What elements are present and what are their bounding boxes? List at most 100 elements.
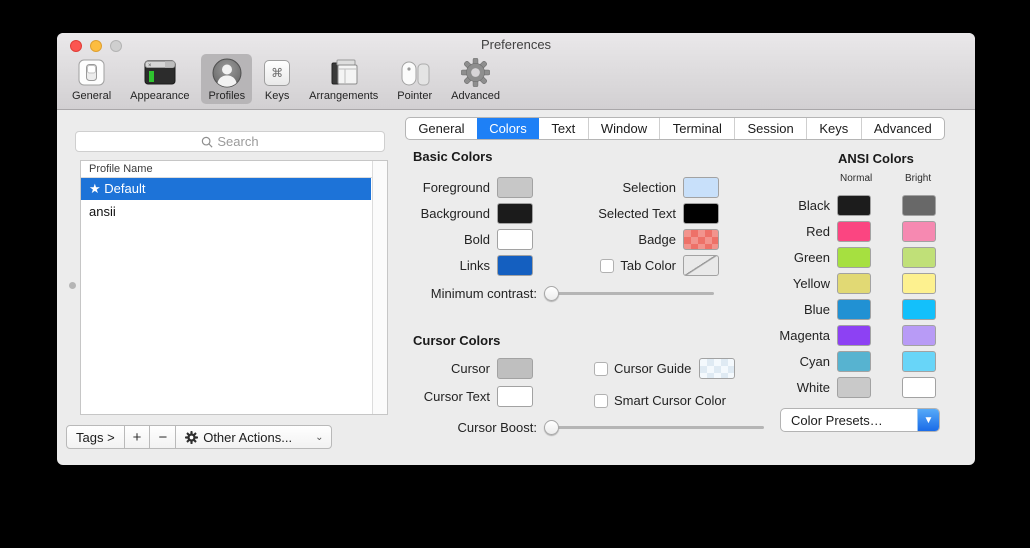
ansi-normal-well[interactable] [837, 377, 871, 398]
profile-row-default[interactable]: ★ Default [81, 178, 371, 200]
minimum-contrast-label: Minimum contrast: [413, 286, 537, 301]
minimum-contrast-row: Minimum contrast: [413, 283, 765, 304]
toolbar-item-label: Profiles [208, 90, 245, 102]
tab-terminal[interactable]: Terminal [659, 118, 734, 139]
arrangements-icon [329, 56, 359, 89]
tab-color-well[interactable] [683, 255, 719, 276]
cursor-boost-slider[interactable] [544, 420, 764, 435]
foreground-label: Foreground [413, 180, 490, 195]
profile-list-header[interactable]: Profile Name [81, 161, 387, 178]
toolbar-item-appearance[interactable]: × Appearance [123, 54, 196, 104]
ansi-normal-well[interactable] [837, 247, 871, 268]
smart-cursor-checkbox[interactable] [594, 394, 608, 408]
cursor-guide-checkbox[interactable] [594, 362, 608, 376]
tab-keys[interactable]: Keys [806, 118, 861, 139]
ansi-normal-well[interactable] [837, 325, 871, 346]
cursor-guide-color-well[interactable] [699, 358, 735, 379]
ansi-bright-well[interactable] [902, 247, 936, 268]
selection-color-well[interactable] [683, 177, 719, 198]
ansi-colors-title: ANSI Colors [838, 151, 914, 166]
cursor-guide-row: Cursor Guide [594, 358, 735, 379]
toolbar-item-arrangements[interactable]: Arrangements [302, 54, 385, 104]
cursor-text-color-well[interactable] [497, 386, 533, 407]
ansi-bright-well[interactable] [902, 325, 936, 346]
tab-colors[interactable]: Colors [477, 118, 539, 139]
color-presets-label: Color Presets… [781, 413, 917, 428]
ansi-bright-well[interactable] [902, 195, 936, 216]
toolbar-item-pointer[interactable]: Pointer [390, 54, 439, 104]
badge-label: Badge [594, 232, 676, 247]
search-input[interactable]: Search [75, 131, 385, 152]
bold-label: Bold [413, 232, 490, 247]
chevron-down-icon: ▼ [917, 409, 939, 431]
cursor-label: Cursor [413, 361, 490, 376]
tab-window[interactable]: Window [588, 118, 660, 139]
bright-column-header: Bright [905, 173, 931, 184]
cursor-row: Cursor [413, 358, 533, 379]
traffic-lights [70, 40, 122, 52]
ansi-bright-well[interactable] [902, 221, 936, 242]
window-chrome: Preferences General × Appearance [57, 33, 975, 110]
profile-list-scroller[interactable] [372, 161, 387, 414]
ansi-normal-well[interactable] [837, 351, 871, 372]
remove-profile-button[interactable]: − [149, 425, 176, 449]
color-presets-dropdown[interactable]: Color Presets… ▼ [780, 408, 940, 432]
toolbar-item-label: Appearance [130, 90, 189, 102]
slider-track [544, 426, 764, 429]
smart-cursor-label: Smart Cursor Color [614, 393, 726, 408]
ansi-label: Blue [773, 302, 830, 317]
foreground-color-well[interactable] [497, 177, 533, 198]
search-icon [201, 136, 213, 148]
toolbar-item-advanced[interactable]: Advanced [444, 54, 507, 104]
zoom-button[interactable] [110, 40, 122, 52]
toolbar-item-profiles[interactable]: Profiles [201, 54, 252, 104]
ansi-bright-well[interactable] [902, 351, 936, 372]
screen: Preferences General × Appearance [0, 0, 1030, 548]
toolbar-item-label: Advanced [451, 90, 500, 102]
ansi-row-white: White [773, 377, 936, 398]
keys-icon: ⌘ [264, 56, 290, 89]
tags-button[interactable]: Tags > [66, 425, 125, 449]
tab-text[interactable]: Text [539, 118, 587, 139]
ansi-normal-well[interactable] [837, 195, 871, 216]
ansi-row-yellow: Yellow [773, 273, 936, 294]
slider-knob[interactable] [544, 420, 559, 435]
add-profile-button[interactable]: + [124, 425, 151, 449]
foreground-row: Foreground [413, 177, 533, 198]
close-button[interactable] [70, 40, 82, 52]
selected-text-label: Selected Text [594, 206, 676, 221]
toolbar-item-general[interactable]: General [65, 54, 118, 104]
ansi-bright-well[interactable] [902, 377, 936, 398]
minimize-button[interactable] [90, 40, 102, 52]
badge-color-well[interactable] [683, 229, 719, 250]
tab-session[interactable]: Session [734, 118, 806, 139]
command-key-glyph: ⌘ [264, 60, 290, 86]
search-placeholder: Search [217, 134, 258, 149]
slider-knob[interactable] [544, 286, 559, 301]
other-actions-button[interactable]: Other Actions... ⌄ [175, 425, 332, 449]
toolbar-item-label: Arrangements [309, 90, 378, 102]
slider-track [544, 292, 714, 295]
minimum-contrast-slider[interactable] [544, 286, 714, 301]
links-row: Links [413, 255, 533, 276]
ansi-row-red: Red [773, 221, 936, 242]
toolbar-item-keys[interactable]: ⌘ Keys [257, 54, 297, 104]
gear-icon [185, 431, 198, 444]
tab-advanced[interactable]: Advanced [861, 118, 944, 139]
cursor-color-well[interactable] [497, 358, 533, 379]
ansi-bright-well[interactable] [902, 299, 936, 320]
links-color-well[interactable] [497, 255, 533, 276]
profile-row-ansii[interactable]: ansii [81, 200, 371, 222]
ansi-normal-well[interactable] [837, 273, 871, 294]
tab-color-checkbox[interactable] [600, 259, 614, 273]
ansi-normal-well[interactable] [837, 221, 871, 242]
toolbar-item-label: Keys [265, 90, 289, 102]
background-color-well[interactable] [497, 203, 533, 224]
pane-resize-handle[interactable] [69, 282, 76, 289]
ansi-bright-well[interactable] [902, 273, 936, 294]
selected-text-color-well[interactable] [683, 203, 719, 224]
ansi-normal-well[interactable] [837, 299, 871, 320]
tab-general[interactable]: General [406, 118, 477, 139]
bold-color-well[interactable] [497, 229, 533, 250]
cursor-colors-title: Cursor Colors [413, 333, 500, 348]
